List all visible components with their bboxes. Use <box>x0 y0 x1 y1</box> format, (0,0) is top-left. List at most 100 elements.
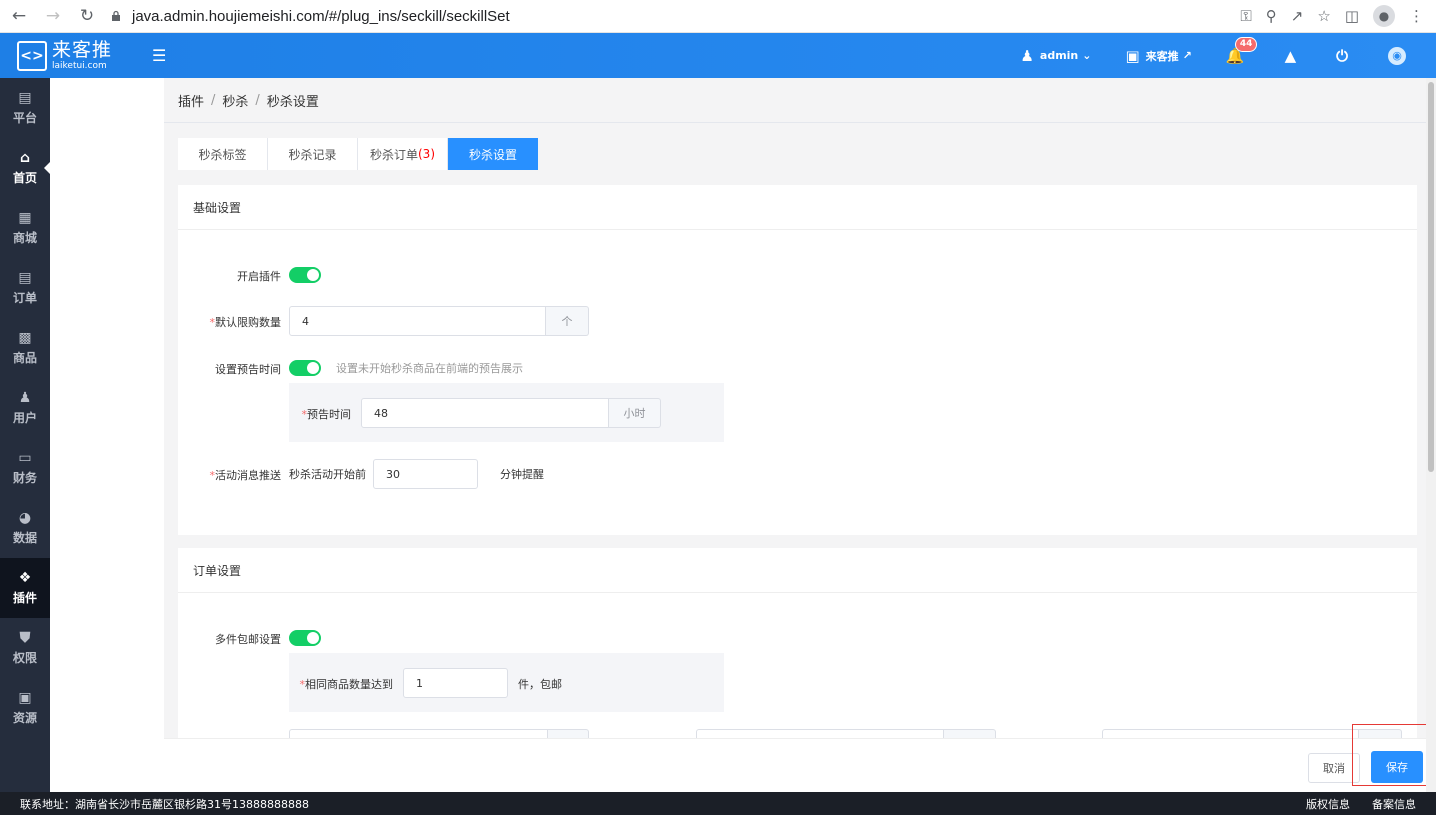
push-label: *活动消息推送 <box>209 469 282 482</box>
chevron-down-icon: ⌄ <box>1082 49 1092 62</box>
sidebar-item-resources[interactable]: ▣ 资源 <box>0 678 50 738</box>
preview-hint: 设置未开始秒杀商品在前端的预告展示 <box>336 362 523 375</box>
multi-free-shipping-switch[interactable] <box>289 630 321 646</box>
logo-subtext: laiketui.com <box>52 60 107 71</box>
breadcrumb-seckill[interactable]: 秒杀 <box>222 91 248 110</box>
preview-time-group: 48 小时 <box>361 398 661 428</box>
preview-time-unit: 小时 <box>609 398 661 428</box>
menu-dots-icon[interactable]: ⋮ <box>1409 7 1424 25</box>
menu-toggle-icon[interactable]: ☰ <box>152 46 166 65</box>
theme-button[interactable]: ▲ <box>1285 47 1303 65</box>
push-prefix: 秒杀活动开始前 <box>289 468 366 481</box>
language-button[interactable]: ◉ <box>1388 46 1406 65</box>
breadcrumb-current: 秒杀设置 <box>266 94 319 110</box>
reload-icon[interactable]: ↻ <box>72 1 102 31</box>
shirt-icon: ▲ <box>1284 46 1297 65</box>
tab-bar: 秒杀标签 秒杀记录 秒杀订单 (3) 秒杀设置 <box>178 138 1426 170</box>
multi-free-shipping-label: 多件包邮设置 <box>215 633 281 646</box>
mall-icon: ▦ <box>18 210 32 226</box>
same-goods-label: *相同商品数量达到 <box>299 678 394 691</box>
order-count: (3) <box>418 147 435 161</box>
breadcrumb-separator: / <box>211 92 216 108</box>
sidebar-item-data[interactable]: ◕ 数据 <box>0 498 50 558</box>
section-title: 订单设置 <box>178 548 1417 593</box>
highlight-annotation <box>1352 724 1435 786</box>
sidepanel-icon[interactable]: ◫ <box>1345 7 1359 25</box>
section-title: 基础设置 <box>178 185 1417 230</box>
sidebar-item-platform[interactable]: ▤ 平台 <box>0 78 50 138</box>
sidebar-item-home[interactable]: ⌂ 首页 <box>0 138 50 198</box>
sidebar-item-users[interactable]: ♟ 用户 <box>0 378 50 438</box>
puzzle-icon: ❖ <box>18 570 32 586</box>
browser-toolbar: ← → ↻ java.admin.houjiemeishi.com/#/plug… <box>0 0 1436 33</box>
record-link[interactable]: 备案信息 <box>1372 796 1416 812</box>
tab-seckill-settings[interactable]: 秒杀设置 <box>448 138 538 170</box>
limit-unit: 个 <box>546 306 589 336</box>
url-text: java.admin.houjiemeishi.com/#/plug_ins/s… <box>132 7 510 25</box>
user-menu[interactable]: ♟ admin ⌄ <box>1020 47 1091 65</box>
action-bar: 取消 保存 <box>164 738 1426 792</box>
shield-icon: ⛊ <box>19 630 31 646</box>
notifications-button[interactable]: 🔔 44 <box>1226 36 1258 65</box>
enable-plugin-switch[interactable] <box>289 267 321 283</box>
home-icon: ⌂ <box>19 150 31 166</box>
order-icon: ▤ <box>18 270 32 286</box>
profile-icon[interactable]: ● <box>1373 5 1395 27</box>
sidebar-item-permissions[interactable]: ⛊ 权限 <box>0 618 50 678</box>
sidebar-item-finance[interactable]: ▭ 财务 <box>0 438 50 498</box>
logout-button[interactable]: ⏻ <box>1336 47 1354 65</box>
platform-icon: ▤ <box>18 90 32 106</box>
push-row: 秒杀活动开始前 30 分钟提醒 <box>289 459 544 489</box>
pie-chart-icon: ◕ <box>18 510 32 526</box>
copyright-link[interactable]: 版权信息 <box>1306 796 1350 812</box>
enable-plugin-label: 开启插件 <box>237 270 281 283</box>
preview-panel: *预告时间 48 小时 <box>289 383 724 442</box>
breadcrumb-plugins[interactable]: 插件 <box>178 91 204 110</box>
zoom-icon[interactable]: ⚲ <box>1266 7 1277 25</box>
store-icon: ▣ <box>1125 46 1140 65</box>
limit-input[interactable]: 4 <box>289 306 546 336</box>
store-link[interactable]: ▣ 来客推 ↗ <box>1125 47 1191 65</box>
page-scrollbar[interactable] <box>1426 78 1436 792</box>
forward-icon[interactable]: → <box>38 1 68 31</box>
preview-time-label: *预告时间 <box>301 408 352 421</box>
logo[interactable]: <> 来客推 laiketui.com <box>17 38 113 71</box>
store-name: 来客推 <box>1145 49 1179 63</box>
tab-seckill-records[interactable]: 秒杀记录 <box>268 138 358 170</box>
tab-seckill-orders[interactable]: 秒杀订单 (3) <box>358 138 448 170</box>
same-goods-suffix: 件，包邮 <box>518 678 562 691</box>
footer: 联系地址：湖南省长沙市岳麓区银杉路31号13888888888 版权信息 备案信… <box>0 792 1436 815</box>
preview-switch[interactable] <box>289 360 321 376</box>
notification-badge: 44 <box>1234 36 1258 52</box>
wallet-icon: ▭ <box>18 450 32 466</box>
tab-seckill-labels[interactable]: 秒杀标签 <box>178 138 268 170</box>
key-icon[interactable]: ⚿ <box>1240 7 1251 25</box>
app-header: <> 来客推 laiketui.com ☰ ♟ admin ⌄ ▣ 来客推 ↗ … <box>0 33 1436 78</box>
logo-mark-icon: <> <box>17 40 47 71</box>
basic-settings-card: 基础设置 开启插件 *默认限购数量 4 个 设置预告时间 设置未开始秒杀商品在前… <box>178 185 1417 535</box>
push-minutes-input[interactable]: 30 <box>373 459 478 489</box>
logo-text: 来客推 <box>52 38 113 61</box>
address-bar[interactable]: java.admin.houjiemeishi.com/#/plug_ins/s… <box>110 8 510 25</box>
same-goods-input[interactable]: 1 <box>403 668 508 698</box>
scrollbar-thumb[interactable] <box>1428 82 1434 472</box>
sidebar-item-mall[interactable]: ▦ 商城 <box>0 198 50 258</box>
push-suffix: 分钟提醒 <box>500 468 544 481</box>
sidebar-item-goods[interactable]: ▩ 商品 <box>0 318 50 378</box>
preview-label: 设置预告时间 <box>215 363 281 376</box>
back-icon[interactable]: ← <box>4 1 34 31</box>
same-goods-panel: *相同商品数量达到 1 件，包邮 <box>289 653 724 712</box>
share-icon[interactable]: ↗ <box>1291 7 1304 25</box>
sub-sidebar <box>50 78 164 792</box>
sidebar-item-plugins[interactable]: ❖ 插件 <box>0 558 50 618</box>
power-icon: ⏻ <box>1336 46 1348 65</box>
breadcrumb-separator: / <box>255 92 260 108</box>
preview-time-input[interactable]: 48 <box>361 398 609 428</box>
sidebar-item-orders[interactable]: ▤ 订单 <box>0 258 50 318</box>
image-icon: ▣ <box>18 690 32 706</box>
preview-row: 设置未开始秒杀商品在前端的预告展示 <box>289 360 523 376</box>
star-icon[interactable]: ☆ <box>1317 7 1330 25</box>
sidebar: ▤ 平台 ⌂ 首页 ▦ 商城 ▤ 订单 ▩ 商品 ♟ 用户 ▭ 财务 ◕ 数据 ❖ 插件 ⛊ 权限 … <box>0 78 50 792</box>
user-name: admin <box>1039 49 1079 62</box>
main-content: 插件 / 秒杀 / 秒杀设置 秒杀标签 秒杀记录 秒杀订单 (3) 秒杀设置 基础… <box>164 78 1426 792</box>
